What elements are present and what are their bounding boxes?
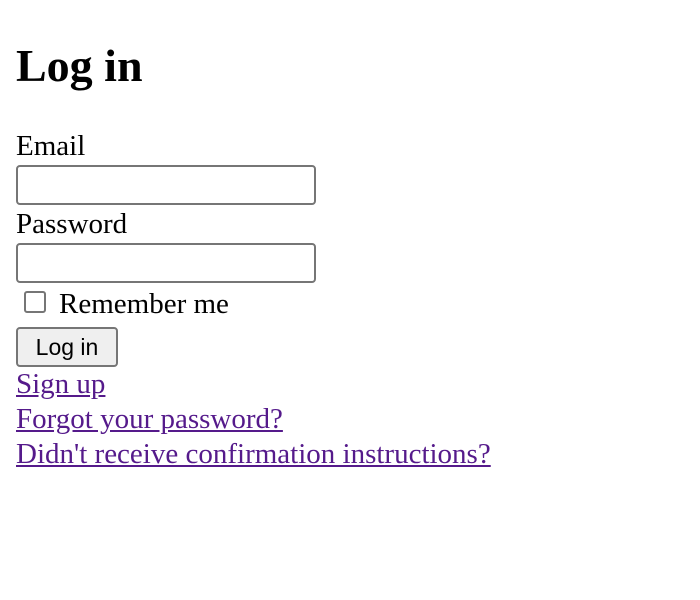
page-title: Log in [16, 40, 143, 91]
email-field[interactable] [16, 165, 316, 205]
forgot-password-link[interactable]: Forgot your password? [16, 402, 283, 437]
auth-links: Sign up Forgot your password? Didn't rec… [16, 367, 684, 472]
remember-me-label[interactable]: Remember me [59, 287, 229, 321]
password-field[interactable] [16, 243, 316, 283]
sign-up-link[interactable]: Sign up [16, 367, 105, 402]
email-label: Email [16, 130, 86, 162]
remember-me-checkbox[interactable] [24, 291, 46, 313]
login-page: Log in Email Password Remember me Log in… [0, 0, 700, 600]
log-in-button[interactable]: Log in [16, 327, 118, 367]
remember-me-row: Remember me [16, 285, 684, 323]
login-form: Email Password Remember me Log in [16, 129, 684, 367]
confirmation-instructions-link[interactable]: Didn't receive confirmation instructions… [16, 437, 491, 472]
password-label: Password [16, 208, 128, 240]
